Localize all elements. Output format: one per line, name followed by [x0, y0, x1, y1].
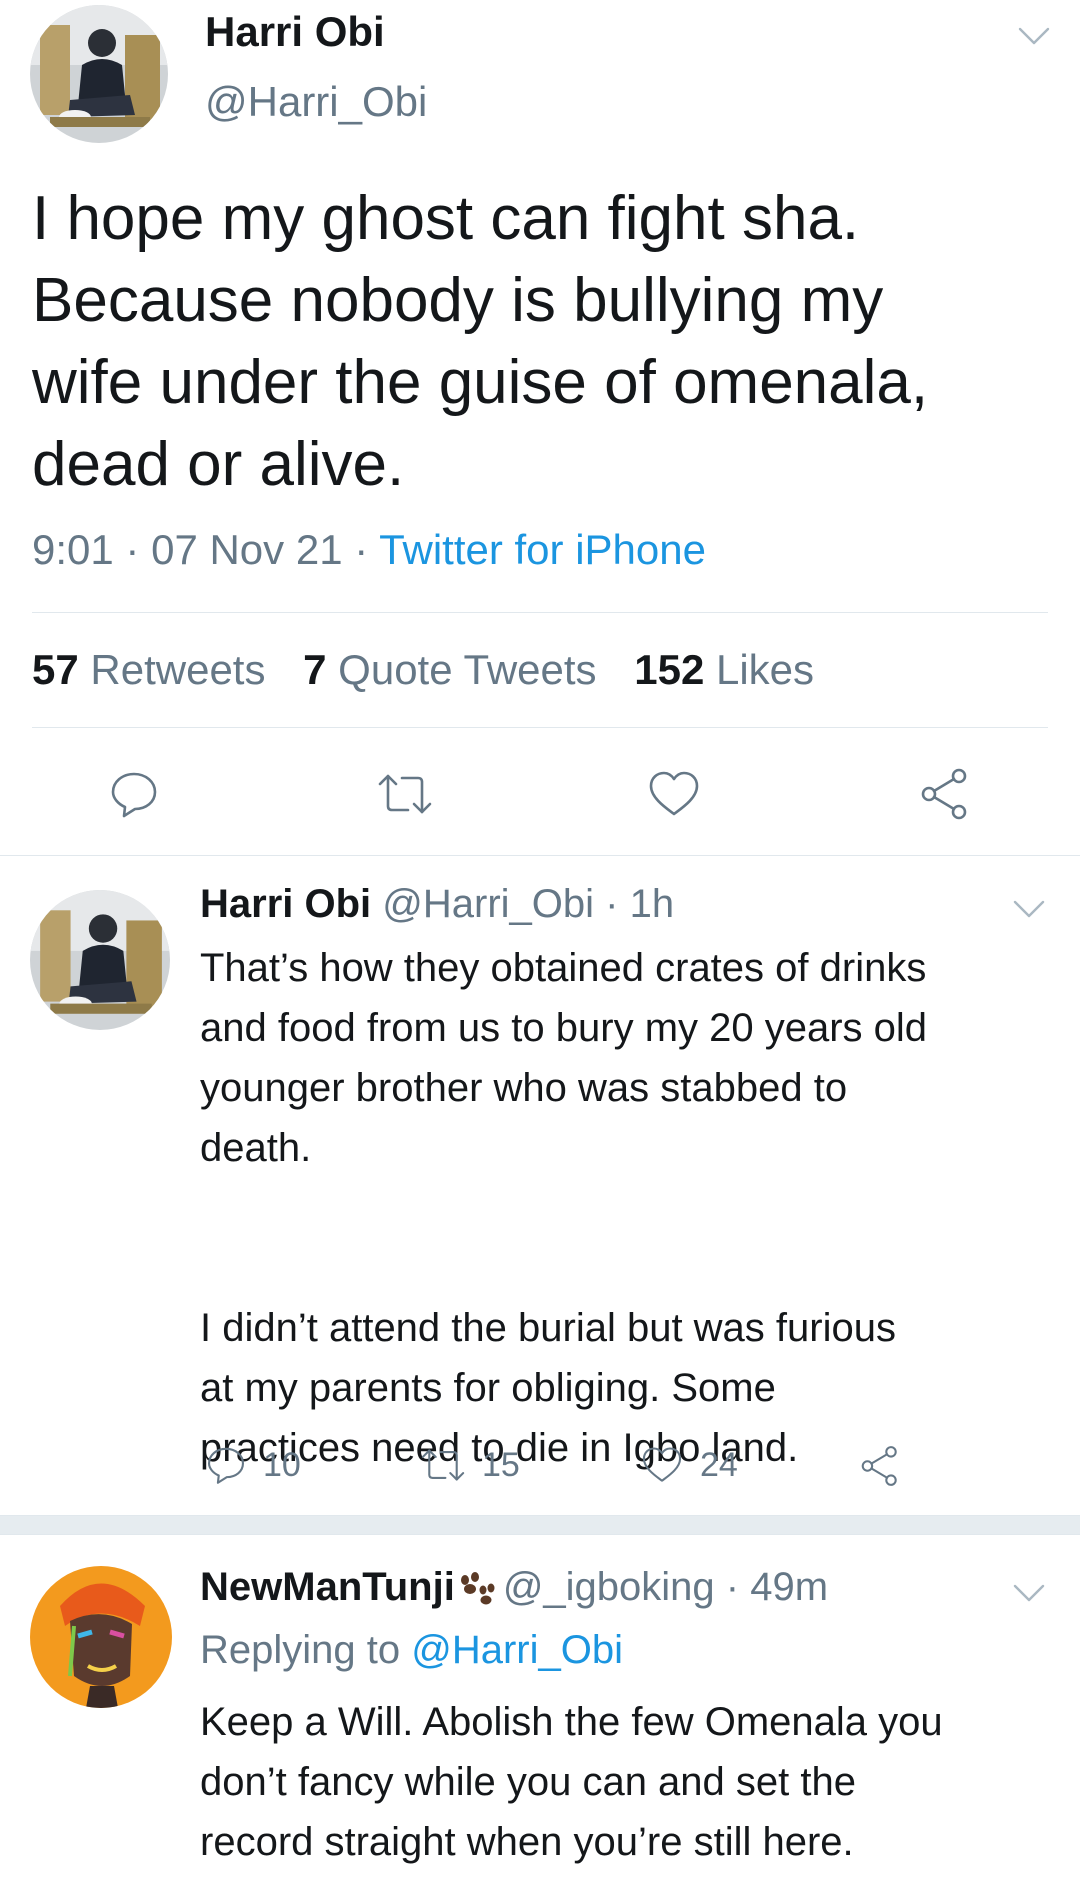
avatar[interactable]: [30, 890, 170, 1030]
chevron-down-icon[interactable]: [1012, 1582, 1046, 1604]
reply-header: NewManTunji @_igboking · 49m: [200, 1565, 828, 1610]
reply-header: Harri Obi @Harri_Obi · 1h: [200, 882, 674, 927]
divider: [0, 1534, 1080, 1535]
avatar-photo: [30, 5, 168, 143]
reply-text-line: and food from us to bury my 20 years old: [200, 1006, 928, 1050]
reply-count: 10: [263, 1445, 301, 1484]
reply-text-line: I didn’t attend the burial but was furio…: [200, 1306, 896, 1350]
reply-action[interactable]: 10: [205, 1443, 301, 1487]
reply-text: Keep a Will. Abolish the few Omenala you…: [200, 1692, 1060, 1872]
author-name[interactable]: Harri Obi: [205, 8, 385, 56]
reply-text-line: death.: [200, 1126, 312, 1170]
reply-text-line: at my parents for obliging. Some: [200, 1366, 776, 1410]
replying-to-label: Replying to: [200, 1628, 401, 1672]
avatar-photo: [30, 1566, 172, 1708]
tweet-meta: 9:01 · 07 Nov 21 · Twitter for iPhone: [32, 526, 706, 574]
chevron-down-icon[interactable]: [1012, 898, 1046, 920]
section-gap: [0, 1516, 1080, 1534]
reply-text-line: record straight when you’re still here.: [200, 1820, 854, 1864]
share-icon[interactable]: [858, 1444, 902, 1488]
likes-stat[interactable]: 152 Likes: [634, 646, 814, 693]
replying-to-link[interactable]: @Harri_Obi: [411, 1628, 623, 1672]
author-handle[interactable]: @Harri_Obi: [205, 78, 427, 126]
avatar[interactable]: [30, 5, 168, 143]
like-action[interactable]: 24: [640, 1443, 738, 1487]
paw-emoji-icon: [460, 1572, 495, 1605]
tweet-date: 07 Nov 21: [151, 526, 343, 573]
author-handle[interactable]: @_igboking: [503, 1565, 715, 1609]
tweet-text-line: I hope my ghost can fight sha.: [32, 184, 860, 253]
quotes-count: 7: [303, 646, 327, 693]
likes-label: Likes: [715, 646, 815, 693]
divider: [0, 855, 1080, 856]
retweet-action[interactable]: 15: [418, 1443, 520, 1487]
retweet-count: 15: [482, 1445, 520, 1484]
likes-count: 152: [634, 646, 705, 693]
retweets-label: Retweets: [90, 646, 266, 693]
quotes-stat[interactable]: 7 Quote Tweets: [303, 646, 608, 693]
retweet-icon[interactable]: [374, 768, 436, 820]
author-name[interactable]: Harri Obi: [200, 882, 371, 926]
tweet-stats: 57 Retweets 7 Quote Tweets 152 Likes: [32, 646, 814, 694]
retweet-icon: [421, 1449, 465, 1481]
like-icon: [642, 1447, 682, 1482]
avatar-photo: [30, 890, 170, 1030]
like-count: 24: [700, 1445, 738, 1484]
like-icon[interactable]: [646, 768, 702, 820]
tweet-time: 9:01: [32, 526, 114, 573]
reply-time: · 1h: [605, 882, 675, 926]
reply-text: That’s how they obtained crates of drink…: [200, 938, 1060, 1478]
share-icon[interactable]: [917, 766, 973, 822]
divider: [32, 612, 1048, 613]
reply-icon[interactable]: [108, 768, 160, 820]
reply-text-line: younger brother who was stabbed to: [200, 1066, 848, 1110]
reply-text-line: That’s how they obtained crates of drink…: [200, 946, 927, 990]
meta-separator: ·: [354, 526, 369, 573]
reply-text-line: Keep a Will. Abolish the few Omenala you: [200, 1700, 943, 1744]
tweet-text-line: wife under the guise of omenala,: [32, 348, 929, 417]
reply-text-line: don’t fancy while you can and set the: [200, 1760, 856, 1804]
divider: [32, 727, 1048, 728]
retweets-count: 57: [32, 646, 79, 693]
retweets-stat[interactable]: 57 Retweets: [32, 646, 277, 693]
quotes-label: Quote Tweets: [338, 646, 597, 693]
tweet-source-link[interactable]: Twitter for iPhone: [379, 526, 706, 573]
reply-time: · 49m: [725, 1565, 829, 1609]
author-handle[interactable]: @Harri_Obi: [382, 882, 594, 926]
avatar[interactable]: [30, 1566, 172, 1708]
reply-text-line: [200, 1178, 1060, 1238]
reply-icon: [207, 1447, 245, 1484]
tweet-text-line: dead or alive.: [32, 430, 405, 499]
tweet-text-line: Because nobody is bullying my: [32, 266, 884, 335]
reply-text-line: practices need to die in Igbo land.: [200, 1426, 799, 1470]
meta-separator: ·: [125, 526, 140, 573]
chevron-down-icon[interactable]: [1017, 25, 1051, 47]
tweet-text: I hope my ghost can fight sha. Because n…: [32, 178, 928, 506]
author-name[interactable]: NewManTunji: [200, 1565, 455, 1609]
replying-to: Replying to @Harri_Obi: [200, 1628, 623, 1673]
